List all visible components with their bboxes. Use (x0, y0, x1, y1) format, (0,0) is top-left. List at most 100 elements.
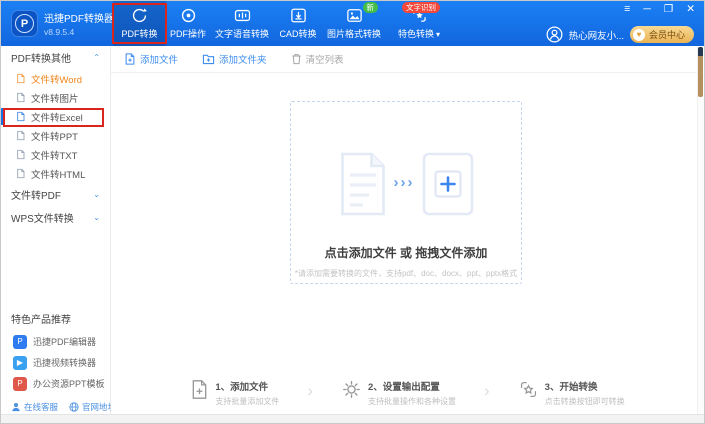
tab-label: 特色转换▾ (398, 27, 440, 40)
step-title: 1、添加文件 (215, 379, 279, 393)
tab-label: PDF操作 (170, 27, 206, 40)
sidebar-item-label: 文件转HTML (31, 167, 85, 181)
globe-icon (69, 402, 79, 412)
scrollbar-track[interactable] (697, 46, 704, 414)
promo-panel: 特色产品推荐 P 迅捷PDF编辑器 ▶ 迅捷视频转换器 P 办公资源PPT模板 … (1, 305, 109, 413)
file-toolbar: 添加文件 添加文件夹 清空列表 (111, 46, 704, 73)
main-nav: PDF转换 PDF操作 文字语音转换 CAD转换 新 特色转换图片格式转换 文字… (113, 1, 452, 46)
header-bar: P 迅捷PDF转换器 v8.9.5.4 PDF转换 PDF操作 文字语音转换 C… (1, 1, 704, 46)
section-title: PDF转换其他 (11, 50, 71, 65)
sidebar-item-label: 文件转Word (31, 72, 82, 86)
maximize-button[interactable]: ❐ (664, 4, 673, 15)
link-label: 在线客服 (24, 401, 58, 413)
step-desc: 点击转换按钮即可转换 (545, 396, 625, 407)
bottom-strip (1, 414, 704, 423)
file-plus-icon (190, 379, 209, 400)
button-label: 添加文件 (140, 52, 178, 66)
section-title: WPS文件转换 (11, 210, 74, 225)
button-label: 添加文件夹 (219, 52, 267, 66)
chevron-down-icon: ▾ (436, 30, 440, 39)
sidebar-item-file-to-image[interactable]: 文件转图片 (1, 88, 110, 107)
sidebar-item-file-to-ppt[interactable]: 文件转PPT (1, 126, 110, 145)
file-plus-icon (124, 53, 136, 65)
download-box-icon (290, 7, 307, 24)
promo-label: 迅捷视频转换器 (33, 356, 96, 369)
chevron-up-icon: ⌃ (93, 53, 100, 62)
doc-icon (16, 73, 26, 84)
promo-pdf-editor[interactable]: P 迅捷PDF编辑器 (1, 331, 109, 352)
folder-plus-icon (202, 53, 215, 65)
window-controls: ≡ ─ ❐ ✕ (624, 4, 695, 15)
menu-icon[interactable]: ≡ (624, 4, 630, 15)
add-file-button[interactable]: 添加文件 (124, 52, 178, 66)
image-icon (346, 7, 363, 24)
step-output-settings: 2、设置输出配置 支持批量操作和各种设置 (341, 379, 456, 407)
doc-icon (16, 149, 26, 160)
tab-text-speech-convert[interactable]: 文字语音转换 (210, 1, 274, 46)
sidebar-section-wps-convert[interactable]: WPS文件转换 ⌄ (1, 206, 110, 229)
step-desc: 支持批量操作和各种设置 (368, 396, 456, 407)
app-window: P 迅捷PDF转换器 v8.9.5.4 PDF转换 PDF操作 文字语音转换 C… (0, 0, 705, 424)
logo-letter: P (15, 14, 34, 33)
tab-label: PDF转换 (121, 27, 157, 40)
file-dropzone[interactable]: ››› 点击添加文件 或 拖拽文件添加 *请添加需要转换的文件，支持pdf、do… (290, 101, 522, 284)
username[interactable]: 热心网友小... (569, 28, 624, 42)
close-button[interactable]: ✕ (686, 4, 695, 15)
sidebar-item-file-to-excel[interactable]: 文件转Excel (1, 107, 110, 126)
selected-indicator (1, 108, 4, 125)
clear-list-button[interactable]: 清空列表 (291, 52, 344, 66)
doc-icon (16, 130, 26, 141)
sidebar-item-label: 文件转PPT (31, 129, 78, 143)
star-convert-icon (518, 379, 539, 400)
tab-cad-convert[interactable]: CAD转换 (274, 1, 322, 46)
promo-ppt-templates[interactable]: P 办公资源PPT模板 (1, 373, 109, 394)
tab-pdf-operate[interactable]: PDF操作 (166, 1, 210, 46)
tab-label: 特色转换图片格式转换 (327, 27, 381, 40)
sidebar: PDF转换其他 ⌃ 文件转Word 文件转图片 文件转Excel 文件转PPT … (1, 46, 111, 423)
step-add-file: 1、添加文件 支持批量添加文件 (190, 379, 279, 407)
user-area: 热心网友小... ♥ 会员中心 (546, 26, 694, 43)
tab-special-convert[interactable]: 文字识别 特色转换▾ (386, 1, 452, 46)
chevron-down-icon: ⌄ (93, 190, 100, 199)
vip-label: 会员中心 (649, 28, 685, 41)
minimize-button[interactable]: ─ (643, 4, 650, 15)
promo-video-converter[interactable]: ▶ 迅捷视频转换器 (1, 352, 109, 373)
tab-image-format-convert[interactable]: 新 特色转换图片格式转换 (322, 1, 386, 46)
doc-icon (16, 168, 26, 179)
dropzone-hint: *请添加需要转换的文件，支持pdf、doc、docx、ppt、pptx格式 (295, 268, 517, 279)
dropzone-title: 点击添加文件 或 拖拽文件添加 (325, 244, 488, 261)
sidebar-item-label: 文件转图片 (31, 91, 79, 105)
chevron-down-icon: ⌄ (93, 213, 100, 222)
main-panel: 添加文件 添加文件夹 清空列表 ››› 点击添加文件 或 拖拽文件添加 *请添加… (111, 46, 704, 423)
sidebar-section-pdf-convert-other[interactable]: PDF转换其他 ⌃ (1, 46, 110, 69)
sidebar-item-file-to-html[interactable]: 文件转HTML (1, 164, 110, 183)
promo-label: 迅捷PDF编辑器 (33, 335, 96, 348)
gear-icon (341, 379, 362, 400)
sidebar-item-file-to-txt[interactable]: 文件转TXT (1, 145, 110, 164)
dropzone-illustration: ››› (339, 152, 474, 216)
add-folder-button[interactable]: 添加文件夹 (202, 52, 267, 66)
pdf-editor-icon: P (13, 335, 27, 349)
ocr-badge: 文字识别 (402, 2, 440, 13)
step-desc: 支持批量添加文件 (215, 396, 279, 407)
online-support-link[interactable]: 在线客服 (11, 401, 58, 413)
scrollbar-thumb[interactable] (698, 47, 703, 97)
promo-label: 办公资源PPT模板 (33, 377, 105, 390)
document-icon (339, 152, 387, 216)
trash-icon (291, 53, 302, 65)
logo-icon: P (11, 10, 38, 37)
sidebar-item-file-to-word[interactable]: 文件转Word (1, 69, 110, 88)
tab-label: CAD转换 (279, 27, 316, 40)
step-start-convert: 3、开始转换 点击转换按钮即可转换 (518, 379, 625, 407)
app-title: 迅捷PDF转换器 (44, 10, 114, 25)
official-site-link[interactable]: 官网地址 (69, 401, 116, 413)
sidebar-section-file-to-pdf[interactable]: 文件转PDF ⌄ (1, 183, 110, 206)
add-file-box-icon (422, 152, 474, 216)
new-badge: 新 (363, 2, 379, 13)
avatar-icon[interactable] (546, 26, 563, 43)
tab-pdf-convert[interactable]: PDF转换 (113, 1, 166, 46)
convert-circle-icon (131, 7, 148, 24)
arrows-icon: ››› (394, 175, 415, 194)
sidebar-item-label: 文件转TXT (31, 148, 77, 162)
vip-center-button[interactable]: ♥ 会员中心 (630, 26, 694, 43)
